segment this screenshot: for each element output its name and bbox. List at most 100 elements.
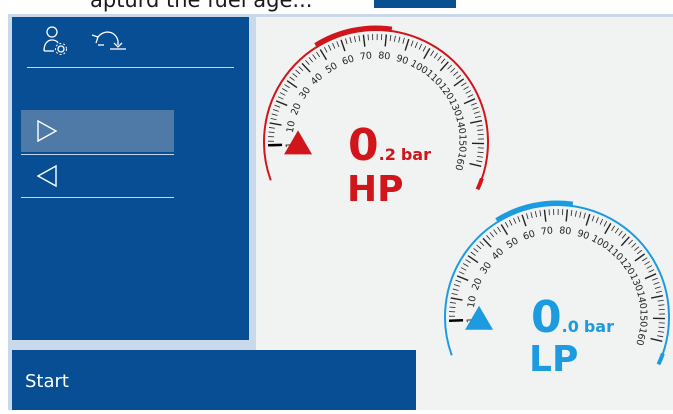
lp-tick xyxy=(596,217,598,223)
lp-tick-label: 60 xyxy=(522,228,537,242)
lp-tick xyxy=(501,224,507,234)
lp-tick xyxy=(658,331,664,332)
lp-tick xyxy=(571,210,572,216)
hp-tick xyxy=(274,105,280,107)
lp-tick-label: 40 xyxy=(490,246,506,262)
lp-tick xyxy=(580,212,581,218)
lp-tick xyxy=(459,272,464,275)
lp-tick xyxy=(619,231,623,236)
hp-tick xyxy=(268,132,274,133)
hp-tick xyxy=(477,130,483,131)
forward-button[interactable] xyxy=(21,110,174,152)
hp-tick xyxy=(280,93,285,96)
lp-tick xyxy=(490,232,494,237)
lp-tick-label: 10 xyxy=(466,295,479,309)
lp-tick-label: 150 xyxy=(637,309,648,327)
hp-tick xyxy=(468,95,473,98)
hp-tick xyxy=(466,91,471,94)
lp-value-dec: .0 xyxy=(562,317,579,336)
hp-tick xyxy=(276,101,287,106)
lp-tick xyxy=(658,327,664,328)
lp-tick xyxy=(480,242,484,246)
hp-tick xyxy=(337,41,339,47)
hp-tick xyxy=(282,89,287,92)
hp-tick xyxy=(447,65,451,69)
hp-value-dec: .2 xyxy=(379,145,396,164)
lp-tick xyxy=(658,305,664,306)
hp-tick xyxy=(278,97,283,100)
lp-tick xyxy=(628,240,632,244)
hp-gauge-end-cap xyxy=(478,178,482,189)
divider xyxy=(21,197,174,198)
hp-tick-label: 90 xyxy=(395,53,410,67)
lp-tick xyxy=(592,216,594,222)
hp-tick xyxy=(313,55,317,60)
hp-tick xyxy=(415,42,417,48)
start-label: Start xyxy=(25,371,69,392)
start-button[interactable]: Start xyxy=(12,350,416,410)
lp-tick xyxy=(540,210,541,216)
hp-tick-label: 160 xyxy=(452,151,467,171)
lp-tick xyxy=(461,268,466,271)
lp-gauge-end-cap xyxy=(659,353,663,364)
lp-tick xyxy=(451,298,463,300)
lp-tick xyxy=(535,211,536,217)
hp-value: 0.2bar xyxy=(348,120,431,171)
hp-tick-label: 60 xyxy=(341,53,356,67)
hp-tick-label: 150 xyxy=(456,134,467,152)
hp-tick xyxy=(441,59,445,64)
lp-tick xyxy=(584,213,586,219)
hp-tick xyxy=(350,37,351,43)
lp-tick xyxy=(522,215,526,226)
lp-tick xyxy=(474,248,479,252)
hp-tick xyxy=(456,75,461,79)
hp-tick xyxy=(419,44,422,49)
hp-tick xyxy=(309,57,313,62)
lp-tick xyxy=(637,250,642,254)
lp-tick xyxy=(651,296,663,298)
lp-tick xyxy=(600,219,603,224)
hp-tick xyxy=(293,73,298,77)
lp-tick xyxy=(454,285,460,287)
undo-icon[interactable] xyxy=(88,25,128,57)
hp-tick-label: 80 xyxy=(378,50,391,62)
lp-tick xyxy=(612,226,615,231)
lp-tick-label: 50 xyxy=(505,236,521,252)
hp-tick xyxy=(273,110,279,112)
hp-tick xyxy=(390,35,391,41)
lp-tick xyxy=(586,214,590,225)
header-accent-block xyxy=(374,0,456,8)
hp-tick xyxy=(269,127,275,128)
hp-tick xyxy=(477,152,483,153)
play-back-icon xyxy=(34,163,60,189)
hp-tick xyxy=(464,99,475,104)
hp-tick-label: 50 xyxy=(324,61,340,77)
lp-tick xyxy=(655,287,661,289)
back-button[interactable] xyxy=(21,155,174,197)
lp-tick xyxy=(635,254,645,261)
lp-tick xyxy=(455,280,461,282)
lp-tick xyxy=(531,212,532,218)
hp-tick xyxy=(354,36,355,42)
hp-tick xyxy=(474,112,480,114)
hp-tick xyxy=(285,85,290,88)
lp-tick xyxy=(645,274,656,279)
user-settings-icon[interactable] xyxy=(41,25,71,57)
lp-tick xyxy=(477,245,481,249)
lp-tick xyxy=(575,211,576,217)
lp-tick xyxy=(657,336,663,337)
hp-tick xyxy=(411,41,413,47)
lp-tick xyxy=(494,230,498,235)
hp-label: HP xyxy=(347,169,404,210)
hp-tick xyxy=(399,37,400,43)
lp-tick xyxy=(632,243,636,247)
hp-tick xyxy=(296,70,300,74)
lp-tick xyxy=(604,221,607,226)
lp-tick xyxy=(605,223,611,233)
lp-tick xyxy=(615,228,618,233)
hp-tick xyxy=(394,36,395,42)
lp-tick xyxy=(642,258,647,261)
lp-tick xyxy=(622,234,626,239)
hp-tick xyxy=(477,156,483,157)
hp-tick xyxy=(477,125,483,126)
